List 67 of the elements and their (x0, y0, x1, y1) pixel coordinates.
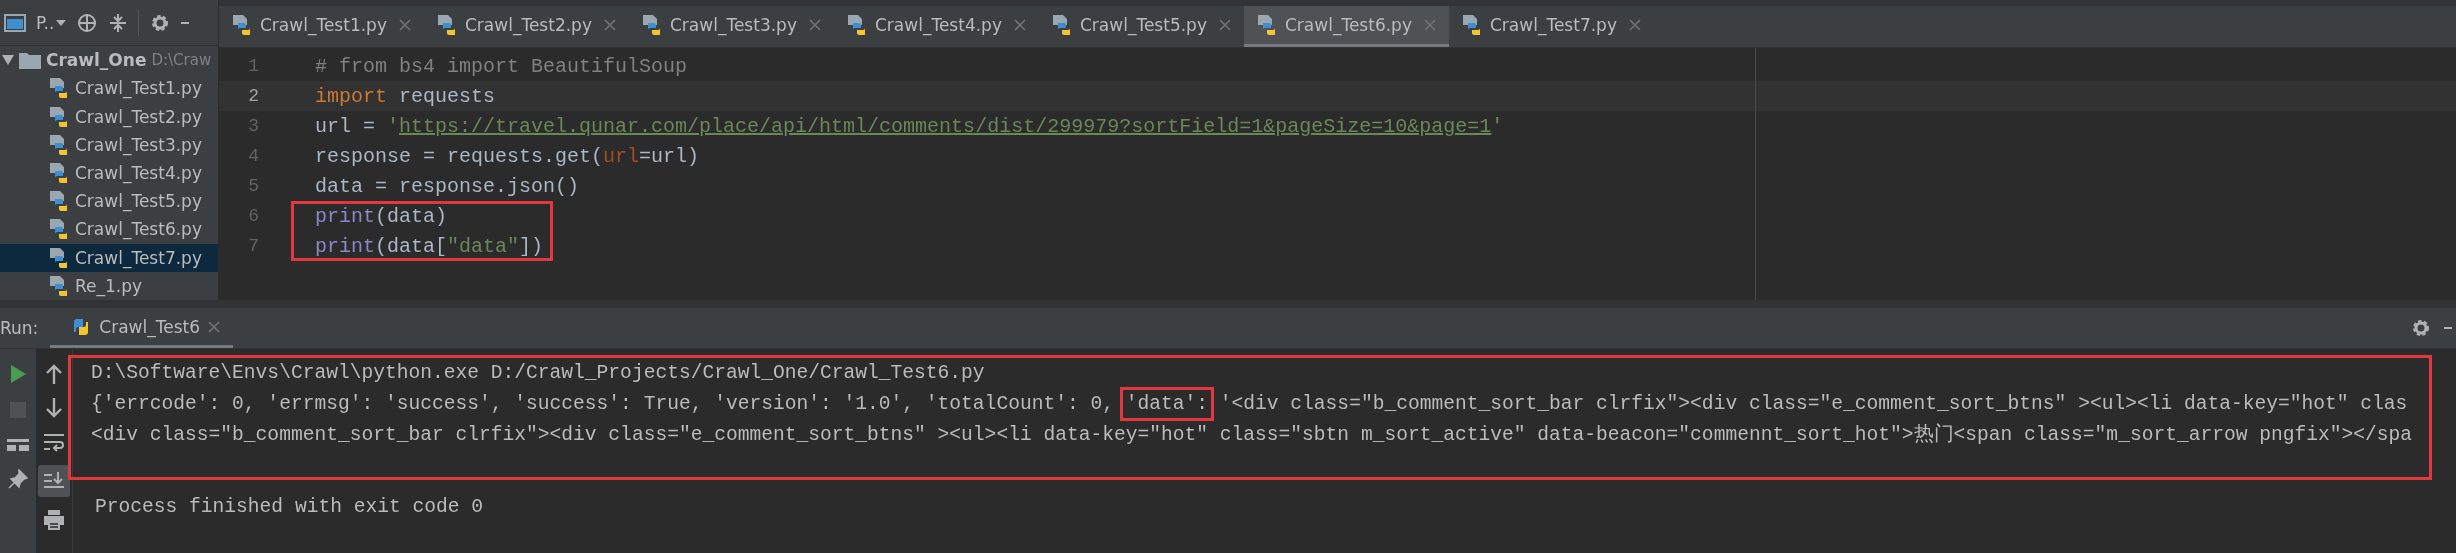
line-number: 1 (247, 56, 259, 76)
python-file-icon (1051, 14, 1073, 36)
code-line: data = response.json() (315, 174, 580, 198)
run-tab[interactable]: Crawl_Test6 (50, 308, 234, 348)
python-file-icon (48, 218, 70, 241)
line-number: 6 (247, 206, 259, 226)
down-arrow-icon[interactable] (45, 397, 63, 419)
project-name[interactable]: Crawl_One (46, 50, 147, 71)
python-file-icon (1256, 14, 1278, 36)
python-file-icon (48, 105, 70, 128)
editor-tab[interactable]: Crawl_Test2.py (424, 6, 629, 47)
python-file-icon (48, 246, 70, 269)
python-file-icon (48, 162, 70, 185)
code-line: import requests (315, 84, 496, 108)
line-number: 2 (247, 86, 259, 106)
python-file-icon (48, 190, 70, 213)
project-view-selector[interactable]: P.. (36, 12, 67, 33)
editor-tab[interactable]: Crawl_Test5.py (1039, 6, 1244, 47)
soft-wrap-icon[interactable] (43, 431, 65, 453)
python-file-icon (231, 14, 253, 36)
caret-icon (56, 18, 67, 27)
line-number: 5 (247, 176, 259, 196)
code-line: url = 'https://travel.qunar.com/place/api/html/comments/dist/299979?sortField=1&pageSize=10&page=1' (315, 114, 1504, 138)
editor-tab[interactable]: Crawl_Test4.py (834, 6, 1039, 47)
collapse-icon[interactable] (108, 11, 129, 34)
file-item[interactable]: Re_1.py (0, 271, 218, 300)
file-item[interactable]: Crawl_Test5.py (0, 187, 218, 216)
editor-tab[interactable]: Crawl_Test1.py (219, 6, 424, 47)
file-item[interactable]: Crawl_Test4.py (0, 158, 218, 188)
code-line: response = requests.get(url=url) (315, 144, 700, 168)
editor-tab[interactable]: Crawl_Test3.py (629, 6, 834, 47)
window-icon[interactable] (4, 12, 26, 33)
file-item[interactable]: Crawl_Test1.py (0, 74, 218, 103)
line-number: 3 (247, 116, 259, 136)
file-item[interactable]: Crawl_Test3.py (0, 130, 218, 159)
console-line: Process finished with exit code 0 (95, 495, 485, 520)
file-item[interactable]: Crawl_Test6.py (0, 215, 218, 244)
python-file-icon (1461, 14, 1483, 36)
expand-arrow-icon[interactable] (2, 55, 14, 66)
line-number: 4 (247, 146, 259, 166)
code-line: print(data) (315, 204, 448, 228)
up-arrow-icon[interactable] (45, 363, 63, 385)
console-line: {'errcode': 0, 'errmsg': 'success', 'success': True, 'version': '1.0', 'totalCount': 0, 'data': '<div class="b_comment_sort_bar clrfix"><div class="e_comment_sort_btns" ><ul><li data-key="hot" clas (91, 389, 2429, 420)
editor-tab[interactable]: Crawl_Test7.py (1449, 6, 1654, 47)
python-file-icon (48, 274, 70, 297)
file-item[interactable]: Crawl_Test7.py (0, 243, 218, 272)
code-line: # from bs4 import BeautifulSoup (315, 54, 688, 78)
code-line: print(data["data"]) (315, 234, 544, 258)
folder-icon (19, 51, 41, 70)
python-file-icon (48, 77, 70, 100)
crosshair-icon[interactable] (76, 11, 99, 34)
run-label: Run: (0, 318, 39, 338)
project-path: D:\Craw (151, 51, 212, 70)
console-line: D:\Software\Envs\Crawl\python.exe D:/Crawl_Projects/Crawl_One/Crawl_Test6.py (91, 361, 986, 386)
python-file-icon (641, 14, 663, 36)
python-file-icon (48, 133, 70, 156)
editor-tab[interactable]: Crawl_Test6.py (1244, 6, 1449, 47)
settings-icon[interactable] (2410, 317, 2432, 339)
line-number: 7 (247, 236, 259, 256)
python-file-icon (436, 14, 458, 36)
scroll-to-end-toggle[interactable] (38, 465, 70, 497)
python-file-icon (846, 14, 868, 36)
pin-icon[interactable] (8, 469, 28, 489)
print-icon[interactable] (43, 509, 65, 531)
console-line: <div class="b_comment_sort_bar clrfix"><div class="e_comment_sort_btns" ><ul><li data-key="hot" class="sbtn m_sort_active" data-beacon="commennt_sort_hot">热门<span class="m_sort_arrow pngfix"></spa (91, 422, 2414, 448)
run-icon[interactable] (8, 363, 28, 385)
file-item[interactable]: Crawl_Test2.py (0, 102, 218, 131)
